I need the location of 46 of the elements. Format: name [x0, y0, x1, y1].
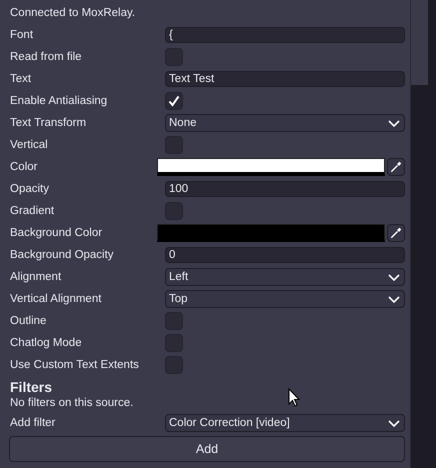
property-label: Chatlog Mode — [10, 337, 83, 349]
checkbox[interactable] — [165, 356, 183, 374]
input-field[interactable]: 100 — [165, 181, 405, 197]
property-label: Font — [10, 29, 34, 41]
checkbox[interactable] — [165, 312, 183, 330]
property-label: Vertical — [10, 139, 49, 151]
property-label: Color — [10, 161, 38, 173]
property-label: Background Color — [10, 227, 104, 239]
section-title: Filters — [10, 378, 52, 396]
checkbox[interactable] — [165, 48, 183, 66]
status-text: Connected to MoxRelay. — [10, 6, 136, 21]
empty-message: No filters on this source. — [10, 396, 134, 411]
mouse-cursor-icon — [288, 388, 300, 407]
property-label: Outline — [10, 315, 48, 327]
checkbox[interactable] — [165, 202, 183, 220]
property-label: Read from file — [10, 51, 83, 63]
property-label: Use Custom Text Extents — [10, 359, 140, 371]
input-field[interactable]: Text Test — [165, 71, 405, 87]
dropdown[interactable]: Color Correction [video] — [165, 414, 405, 432]
property-label: Alignment — [10, 271, 62, 283]
add-button[interactable]: Add — [9, 436, 405, 462]
chevron-down-icon — [388, 274, 400, 280]
checkbox[interactable] — [165, 334, 183, 352]
property-label: Background Opacity — [10, 249, 115, 261]
property-label: Add filter — [10, 417, 56, 429]
color-swatch[interactable] — [157, 224, 386, 242]
scrollbar[interactable] — [410, 0, 436, 468]
chevron-down-icon — [388, 296, 400, 302]
input-field[interactable]: 0 — [165, 247, 405, 263]
property-label: Vertical Alignment — [10, 293, 102, 305]
eyedropper-button[interactable] — [387, 224, 405, 242]
property-label: Enable Antialiasing — [10, 95, 108, 107]
checkbox[interactable] — [165, 92, 183, 110]
property-label: Gradient — [10, 205, 56, 217]
dropdown[interactable]: Left — [165, 268, 405, 286]
checkbox[interactable] — [165, 136, 183, 154]
input-field[interactable]: { — [165, 27, 405, 43]
property-label: Text Transform — [10, 117, 88, 129]
property-label: Text — [10, 73, 32, 85]
color-swatch[interactable] — [157, 158, 386, 176]
dropdown[interactable]: Top — [165, 290, 405, 308]
eyedropper-button[interactable] — [387, 158, 405, 176]
chevron-down-icon — [388, 120, 400, 126]
dropdown[interactable]: None — [165, 114, 405, 132]
chevron-down-icon — [388, 420, 400, 426]
property-label: Opacity — [10, 183, 50, 195]
